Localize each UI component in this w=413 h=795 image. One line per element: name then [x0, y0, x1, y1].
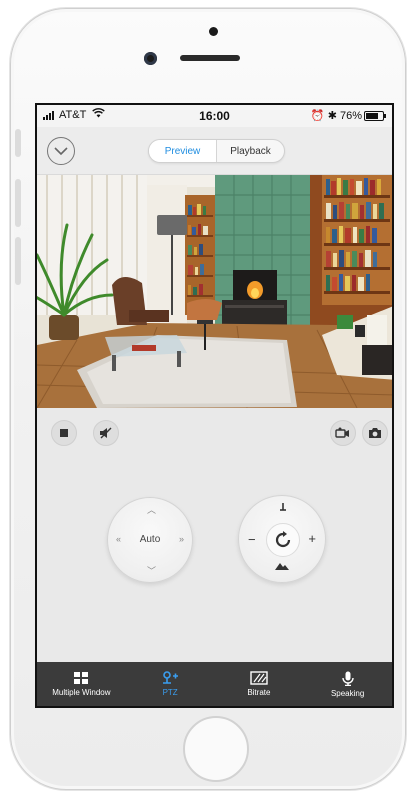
tab-ptz[interactable]: PTZ — [126, 662, 215, 706]
app-screen: AT&T 16:00 ⏰ ✱ 76% Preview Playback ︿ ﹀ … — [35, 103, 394, 708]
view-mode-segment: Preview Playback — [148, 139, 285, 163]
zoom-out-button[interactable]: − — [248, 532, 256, 547]
ptz-zoom-pad[interactable]: − + — [238, 495, 326, 583]
tab-label: Multiple Window — [52, 688, 111, 697]
iris-up-icon[interactable] — [279, 503, 287, 514]
bottom-tab-bar: Multiple Window PTZ Bitrate Speaking — [37, 662, 392, 706]
snapshot-button[interactable] — [362, 420, 388, 446]
status-bar: AT&T 16:00 ⏰ ✱ 76% — [37, 105, 392, 127]
auto-label[interactable]: Auto — [108, 534, 192, 545]
microphone-icon — [341, 671, 354, 686]
tab-multiple-window[interactable]: Multiple Window — [37, 662, 126, 706]
earpiece-speaker — [180, 55, 240, 61]
camera-video-feed[interactable] — [37, 175, 392, 408]
mountain-icon[interactable] — [275, 562, 289, 572]
zoom-in-button[interactable]: + — [308, 531, 316, 546]
snapshot-icon — [369, 428, 381, 438]
battery-icon — [364, 111, 386, 121]
mute-icon — [100, 427, 112, 439]
proximity-sensor — [209, 27, 218, 36]
living-room-scene — [37, 175, 392, 408]
arrow-down-icon[interactable]: ﹀ — [147, 564, 156, 577]
ptz-direction-pad[interactable]: ︿ ﹀ « » Auto — [107, 497, 193, 583]
tab-label: Speaking — [330, 688, 365, 698]
bitrate-icon — [250, 671, 268, 685]
front-camera — [144, 52, 157, 65]
stop-icon — [60, 429, 68, 437]
grid-icon — [74, 672, 89, 684]
tab-speaking[interactable]: Speaking — [303, 662, 392, 706]
chevron-down-icon — [54, 147, 68, 156]
record-video-icon — [335, 427, 349, 438]
battery-fill — [366, 113, 379, 119]
nav-bar: Preview Playback — [37, 127, 392, 175]
tab-label: PTZ — [162, 688, 178, 697]
stop-button[interactable] — [51, 420, 77, 446]
tab-label: Bitrate — [247, 688, 271, 697]
home-button[interactable] — [183, 716, 249, 782]
ptz-icon — [163, 671, 179, 684]
mute-button[interactable] — [93, 420, 119, 446]
collapse-button[interactable] — [47, 137, 75, 165]
refresh-focus-button[interactable] — [266, 523, 300, 557]
tab-preview[interactable]: Preview — [149, 140, 217, 162]
refresh-icon — [275, 531, 291, 548]
bluetooth-icon: ✱ — [327, 110, 337, 122]
record-video-button[interactable] — [330, 420, 356, 446]
tab-playback[interactable]: Playback — [217, 140, 284, 162]
battery-percent: 76% — [339, 110, 362, 122]
tab-bitrate[interactable]: Bitrate — [215, 662, 304, 706]
alarm-icon: ⏰ — [310, 110, 325, 122]
status-right: ⏰ ✱ 76% — [311, 109, 362, 122]
volume-down-button — [15, 237, 21, 285]
video-controls — [37, 408, 392, 458]
arrow-up-icon[interactable]: ︿ — [147, 503, 156, 516]
volume-up-button — [15, 179, 21, 227]
mute-switch — [15, 129, 21, 157]
